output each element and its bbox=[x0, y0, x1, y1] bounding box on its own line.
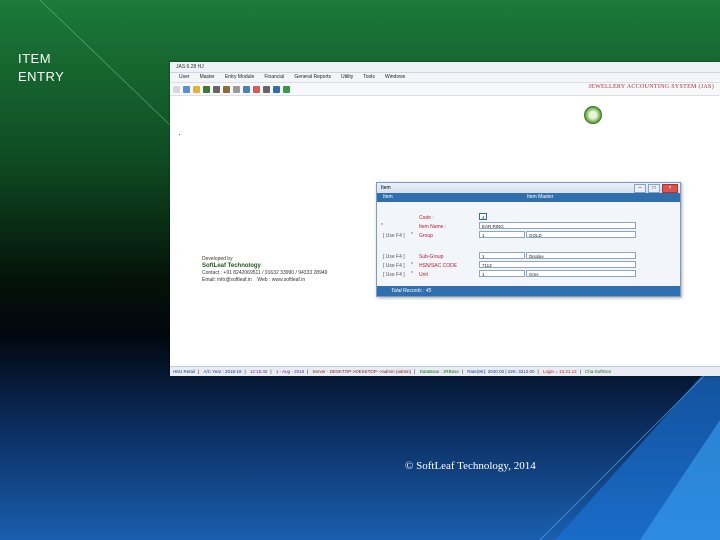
subgroup-label: Sub-Group bbox=[419, 254, 444, 260]
slide-title: ITEM ENTRY bbox=[18, 50, 64, 86]
group-f4-tag: [ Use F4 ] bbox=[383, 233, 405, 239]
required-marker: * bbox=[411, 262, 413, 268]
title-line-2: ENTRY bbox=[18, 69, 65, 84]
status-company: HMJ Retail bbox=[173, 369, 196, 374]
new-icon[interactable] bbox=[173, 85, 180, 93]
code-input[interactable]: 4 bbox=[479, 213, 487, 220]
status-bar: HMJ Retail | A/C Year : 2018-19 | 12:15:40… bbox=[170, 366, 720, 376]
car-icon[interactable] bbox=[263, 85, 270, 93]
developer-info: Developed by SoftLeaf Technology Contact… bbox=[202, 256, 327, 284]
status-database: DataBase : JRBase bbox=[419, 369, 459, 374]
status-cha: Cha-SoftGen bbox=[585, 369, 612, 374]
open-icon[interactable] bbox=[183, 85, 190, 93]
edit-icon[interactable] bbox=[193, 85, 200, 93]
hsn-label: HSN/SAC CODE bbox=[419, 263, 458, 269]
report-icon[interactable] bbox=[253, 85, 260, 93]
hsn-input[interactable]: 7113 bbox=[479, 261, 636, 268]
brand-title: JEWELLERY ACCOUNTING SYSTEM (JAS) bbox=[588, 84, 714, 90]
dialog-header: Item Item Master bbox=[377, 193, 680, 202]
stray-dot bbox=[179, 134, 180, 135]
menu-bar: User Master Entry Module Financial Gener… bbox=[170, 73, 720, 83]
dialog-title: Item bbox=[381, 185, 391, 191]
window-buttons: – □ × bbox=[634, 184, 678, 193]
minimize-button[interactable]: – bbox=[634, 184, 646, 193]
dialog-titlebar: Item – □ × bbox=[377, 183, 680, 193]
dialog-body: Code : 4 * Item Name : EAR RING [ Use F4… bbox=[377, 202, 680, 286]
unit-name-input[interactable]: Gms bbox=[526, 270, 636, 277]
tool-icon[interactable] bbox=[233, 85, 240, 93]
status-server: Server - DESKTOP->DESKTOP-->admin (admin… bbox=[312, 369, 412, 374]
status-year: A/C Year : 2018-19 bbox=[203, 369, 242, 374]
total-records: Total Records : 45 bbox=[391, 288, 432, 294]
filter-icon[interactable] bbox=[243, 85, 250, 93]
unit-label: Unit bbox=[419, 272, 428, 278]
company-name: SoftLeaf Technology bbox=[202, 263, 261, 269]
print-icon[interactable] bbox=[213, 85, 220, 93]
info-icon[interactable] bbox=[273, 85, 280, 93]
menu-general-reports[interactable]: General Reports bbox=[289, 73, 336, 82]
status-date: 1 - Aug - 2018 bbox=[275, 369, 305, 374]
menu-user[interactable]: User bbox=[174, 73, 195, 82]
header-right: Item Master bbox=[527, 194, 554, 200]
subgroup-f4-tag: [ Use F4 ] bbox=[383, 254, 405, 260]
excel-icon[interactable] bbox=[283, 85, 290, 93]
menu-tools[interactable]: Tools bbox=[358, 73, 380, 82]
header-left: Item bbox=[383, 194, 393, 200]
group-code-input[interactable]: 1 bbox=[479, 231, 525, 238]
required-marker: * bbox=[411, 232, 413, 238]
close-button[interactable]: × bbox=[662, 184, 678, 193]
code-label: Code : bbox=[419, 215, 434, 221]
status-time: 12:15:40 bbox=[249, 369, 268, 374]
company-logo bbox=[584, 106, 602, 124]
contact-line: Contact : +91 8242069511 / 91632 33990 /… bbox=[202, 270, 328, 276]
title-line-1: ITEM bbox=[18, 51, 52, 66]
slide-footer: © SoftLeaf Technology, 2014 bbox=[405, 460, 536, 472]
item-name-input[interactable]: EAR RING bbox=[479, 222, 636, 229]
item-dialog: Item – □ × Item Item Master Code : 4 * I… bbox=[376, 182, 681, 297]
save-icon[interactable] bbox=[203, 85, 210, 93]
maximize-button[interactable]: □ bbox=[648, 184, 660, 193]
status-login: Login = 13.21.12 bbox=[542, 369, 577, 374]
unit-f4-tag: [ Use F4 ] bbox=[383, 272, 405, 278]
dialog-footer: Total Records : 45 bbox=[377, 286, 680, 296]
group-label: Group bbox=[419, 233, 433, 239]
item-name-label: Item Name : bbox=[419, 224, 447, 230]
toolbar: JEWELLERY ACCOUNTING SYSTEM (JAS) bbox=[170, 83, 720, 96]
developed-by-label: Developed by bbox=[202, 256, 233, 262]
required-marker: * bbox=[381, 223, 383, 229]
status-rate: Rate(9K): 2040.00 | 22K: 3212.00 bbox=[467, 369, 535, 374]
subgroup-name-input[interactable]: Display bbox=[526, 252, 636, 259]
menu-financial[interactable]: Financial bbox=[259, 73, 289, 82]
menu-windows[interactable]: Windows bbox=[380, 73, 410, 82]
app-titlebar: JAS 6.28 HJ bbox=[170, 62, 720, 73]
group-name-input[interactable]: GOLD bbox=[526, 231, 636, 238]
required-marker: * bbox=[411, 271, 413, 277]
subgroup-code-input[interactable]: 1 bbox=[479, 252, 525, 259]
find-icon[interactable] bbox=[223, 85, 230, 93]
menu-utility[interactable]: Utility bbox=[336, 73, 358, 82]
hsn-f4-tag: [ Use F4 ] bbox=[383, 263, 405, 269]
email-line: Email: info@softleaf.in bbox=[202, 277, 252, 283]
menu-entry-module[interactable]: Entry Module bbox=[220, 73, 259, 82]
menu-master[interactable]: Master bbox=[195, 73, 220, 82]
web-line: Web : www.softleaf.in bbox=[257, 277, 306, 283]
unit-code-input[interactable]: 1 bbox=[479, 270, 525, 277]
